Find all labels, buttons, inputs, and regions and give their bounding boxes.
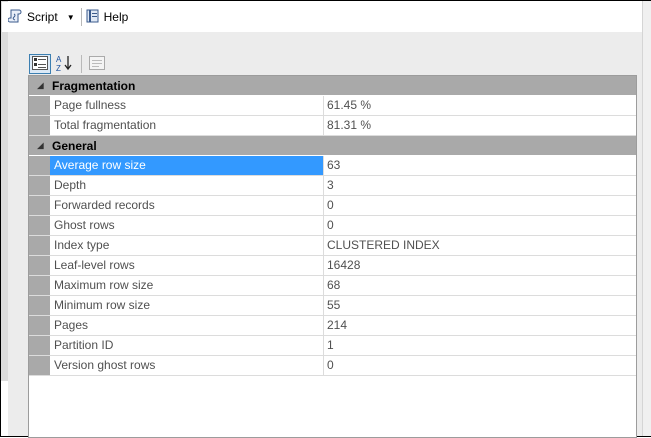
property-name: Depth <box>50 176 324 195</box>
property-row[interactable]: Page fullness 61.45 % <box>29 96 636 116</box>
script-icon <box>7 8 24 27</box>
property-row[interactable]: Version ghost rows 0 <box>29 356 636 376</box>
property-value: 68 <box>327 278 341 292</box>
collapse-toggle-icon[interactable]: ◢ <box>29 81 52 90</box>
property-row[interactable]: Pages 214 <box>29 316 636 336</box>
property-name: Minimum row size <box>50 296 324 315</box>
category-label: General <box>52 138 97 153</box>
property-name: Partition ID <box>50 336 324 355</box>
property-value: 63 <box>327 158 341 172</box>
property-value: 1 <box>327 338 334 352</box>
property-value: 3 <box>327 178 334 192</box>
property-grid-toolbar: A Z <box>29 52 110 76</box>
category-label: Fragmentation <box>52 78 136 93</box>
property-value: 81.31 % <box>327 118 372 132</box>
property-name: Pages <box>50 316 324 335</box>
properties-window: Script ▼ Help A Z ◢ Fragmentation Page f… <box>0 0 651 438</box>
property-row[interactable]: Index type CLUSTERED INDEX <box>29 236 636 256</box>
alphabetical-sort-button[interactable]: A Z <box>53 54 75 74</box>
property-value: 55 <box>327 298 341 312</box>
property-row[interactable]: Total fragmentation 81.31 % <box>29 116 636 136</box>
property-value: 0 <box>327 218 334 232</box>
grid-toolbar-separator <box>81 55 82 73</box>
property-name: Ghost rows <box>50 216 324 235</box>
script-button[interactable]: Script ▼ <box>7 6 75 28</box>
property-row[interactable]: Leaf-level rows 16428 <box>29 256 636 276</box>
property-row[interactable]: Depth 3 <box>29 176 636 196</box>
property-row[interactable]: Minimum row size 55 <box>29 296 636 316</box>
property-row[interactable]: Partition ID 1 <box>29 336 636 356</box>
property-name: Total fragmentation <box>50 116 324 135</box>
property-name: Leaf-level rows <box>50 256 324 275</box>
script-label: Script <box>27 10 58 24</box>
property-value: CLUSTERED INDEX <box>327 238 440 252</box>
properties-panel: A Z ◢ Fragmentation Page fullness 61.45 … <box>8 32 642 438</box>
property-row[interactable]: Maximum row size 68 <box>29 276 636 296</box>
left-edge-strip <box>1 1 8 381</box>
category-fragmentation[interactable]: ◢ Fragmentation <box>29 76 636 96</box>
category-general[interactable]: ◢ General <box>29 136 636 156</box>
property-value: 16428 <box>327 258 361 272</box>
property-grid: ◢ Fragmentation Page fullness 61.45 % To… <box>28 75 637 438</box>
collapse-toggle-icon[interactable]: ◢ <box>29 141 52 150</box>
property-name: Maximum row size <box>50 276 324 295</box>
property-name: Index type <box>50 236 324 255</box>
property-name: Version ghost rows <box>50 356 324 375</box>
property-value: 214 <box>327 318 348 332</box>
property-name: Average row size <box>50 156 324 175</box>
svg-text:A: A <box>56 55 62 64</box>
help-book-icon <box>85 8 101 27</box>
property-pages-button[interactable] <box>86 54 108 74</box>
top-toolbar: Script ▼ Help <box>2 2 642 32</box>
alphabetical-sort-icon: A Z <box>55 54 73 75</box>
right-edge-bar <box>642 1 651 436</box>
help-label: Help <box>103 10 129 24</box>
toolbar-separator <box>80 8 82 26</box>
categorized-view-icon <box>32 55 48 73</box>
help-button[interactable]: Help <box>85 6 129 28</box>
svg-text:Z: Z <box>56 64 61 72</box>
property-name: Page fullness <box>50 96 324 115</box>
property-row[interactable]: Ghost rows 0 <box>29 216 636 236</box>
chevron-down-icon[interactable]: ▼ <box>67 13 75 22</box>
property-value: 0 <box>327 358 334 372</box>
categorized-view-button[interactable] <box>29 54 51 74</box>
property-row[interactable]: Forwarded records 0 <box>29 196 636 216</box>
property-name: Forwarded records <box>50 196 324 215</box>
property-value: 61.45 % <box>327 98 372 112</box>
property-pages-icon <box>89 55 105 73</box>
property-value: 0 <box>327 198 334 212</box>
property-row-selected[interactable]: Average row size 63 <box>29 156 636 176</box>
